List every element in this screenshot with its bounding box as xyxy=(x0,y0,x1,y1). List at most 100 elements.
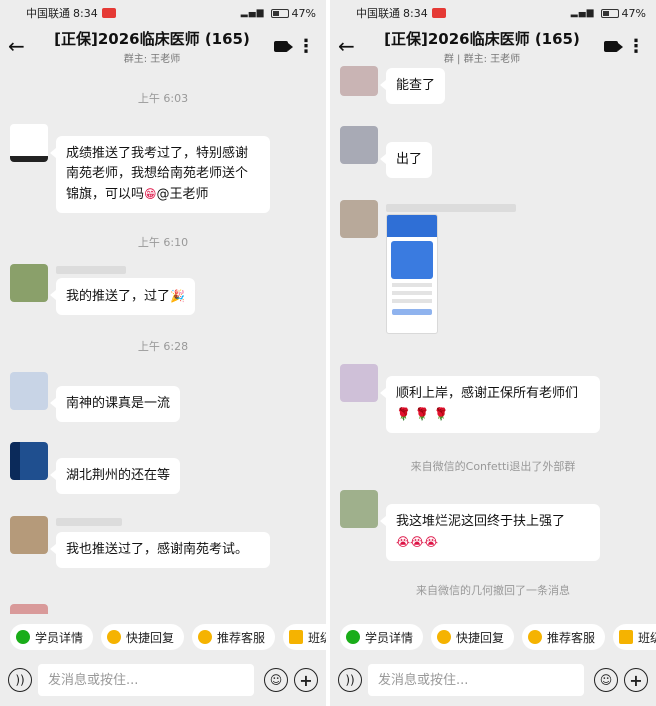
avatar[interactable] xyxy=(340,66,378,96)
notification-badge-icon xyxy=(431,8,446,18)
chip-label: 推荐客服 xyxy=(547,630,596,645)
signal-icon: ▂▄▆ xyxy=(570,8,595,18)
crying-emoji-icon: 😭😭😭 xyxy=(396,535,439,549)
class-chip[interactable]: 班级 xyxy=(613,624,656,650)
party-popper-icon: 🎉 xyxy=(170,289,185,303)
input-bar: )) ☺ + xyxy=(330,660,656,700)
message-bubble[interactable]: 湖北荆州的还在等 xyxy=(49,458,181,494)
more-options-icon[interactable]: ⋮ xyxy=(294,36,318,57)
avatar[interactable] xyxy=(10,442,48,480)
chip-label: 快捷回复 xyxy=(126,630,175,645)
rose-icon: 🌹 🌹 🌹 xyxy=(396,407,449,421)
system-message: 来自微信的几何撤回了一条消息 xyxy=(416,584,570,597)
chip-label: 学员详情 xyxy=(365,630,414,645)
nickname-blurred xyxy=(56,266,126,274)
class-icon xyxy=(289,630,304,644)
chat-header: ← [正保]2026临床医师 (165) 群主: 王老师 ⋮ xyxy=(0,26,326,66)
chat-icon xyxy=(437,630,452,644)
quick-actions-bar: 学员详情 快捷回复 推荐客服 班级 xyxy=(330,622,656,652)
message-bubble[interactable]: 我的推送了，过了🎉 xyxy=(50,278,195,315)
chip-label: 学员详情 xyxy=(35,630,84,645)
battery-icon xyxy=(600,8,619,18)
group-owner-subtitle: 群 | 群主: 王老师 xyxy=(443,53,521,65)
video-call-icon[interactable] xyxy=(268,40,294,52)
battery-percent: 47% xyxy=(621,6,646,20)
message-bubble[interactable]: 我这堆烂泥这回终于扶上强了 😭😭😭 xyxy=(380,504,600,561)
chip-label: 班级 xyxy=(638,630,656,645)
video-call-icon[interactable] xyxy=(598,40,624,52)
right-phone-screen: 中国联通 8:34 ▂▄▆ 47% ← [正保]2026临床医师 (165) 群… xyxy=(330,0,656,706)
nickname-blurred xyxy=(386,204,516,212)
student-details-chip[interactable]: 学员详情 xyxy=(340,624,424,650)
voice-icon[interactable]: )) xyxy=(338,668,362,692)
carrier-label: 中国联通 xyxy=(356,7,400,20)
status-bar: 中国联通 8:34 ▂▄▆ 47% xyxy=(0,0,326,26)
group-title: [正保]2026临床医师 (165) xyxy=(384,29,580,48)
chat-header: ← [正保]2026临床医师 (165) 群 | 群主: 王老师 ⋮ xyxy=(330,26,656,66)
emoji-icon[interactable]: ☺ xyxy=(594,668,618,692)
timestamp: 上午 6:03 xyxy=(137,92,189,105)
class-icon xyxy=(619,630,634,644)
plus-icon[interactable]: + xyxy=(294,668,318,692)
message-input[interactable] xyxy=(368,664,584,696)
message-input[interactable] xyxy=(38,664,254,696)
left-phone-screen: 中国联通 8:34 ▂▄▆ 47% ← [正保]2026临床医师 (165) 群… xyxy=(0,0,326,706)
service-icon xyxy=(198,630,213,644)
screenshot-composite: 中国联通 8:34 ▂▄▆ 47% ← [正保]2026临床医师 (165) 群… xyxy=(0,0,656,706)
recommend-service-chip[interactable]: 推荐客服 xyxy=(522,624,606,650)
message-list[interactable]: 能查了 出了 顺利上岸，感谢正保所有老师们 🌹 🌹 🌹 来自微信的Confetti… xyxy=(330,66,656,614)
notification-badge-icon xyxy=(101,8,116,18)
battery-icon xyxy=(270,8,289,18)
user-icon xyxy=(346,630,360,644)
more-options-icon[interactable]: ⋮ xyxy=(624,36,648,57)
message-bubble[interactable]: 能查了 xyxy=(379,68,446,104)
service-icon xyxy=(528,630,543,644)
message-text: 顺利上岸，感谢正保所有老师们 xyxy=(396,386,579,401)
avatar[interactable] xyxy=(10,604,48,614)
status-time: 8:34 xyxy=(73,6,98,20)
avatar[interactable] xyxy=(10,264,48,302)
avatar[interactable] xyxy=(10,124,48,162)
message-text: 我这堆烂泥这回终于扶上强了 xyxy=(396,514,566,529)
grin-emoji-icon: 😁 xyxy=(144,187,157,201)
message-text: 我的推送了，过了 xyxy=(66,289,171,304)
group-title: [正保]2026临床医师 (165) xyxy=(54,29,250,48)
emoji-icon[interactable]: ☺ xyxy=(264,668,288,692)
nickname-blurred xyxy=(56,518,122,526)
status-time: 8:34 xyxy=(403,6,428,20)
quick-actions-bar: 学员详情 快捷回复 推荐客服 班级 xyxy=(0,622,326,652)
message-bubble[interactable]: 南神的课真是一流 xyxy=(49,386,181,422)
avatar[interactable] xyxy=(340,364,378,402)
chat-icon xyxy=(107,630,122,644)
mention-text: @王老师 xyxy=(156,187,209,202)
signal-icon: ▂▄▆ xyxy=(240,8,265,18)
class-chip[interactable]: 班级 xyxy=(283,624,326,650)
quick-reply-chip[interactable]: 快捷回复 xyxy=(431,624,515,650)
voice-icon[interactable]: )) xyxy=(8,668,32,692)
input-bar: )) ☺ + xyxy=(0,660,326,700)
recommend-service-chip[interactable]: 推荐客服 xyxy=(192,624,276,650)
quick-reply-chip[interactable]: 快捷回复 xyxy=(101,624,185,650)
plus-icon[interactable]: + xyxy=(624,668,648,692)
group-owner-subtitle: 群主: 王老师 xyxy=(123,53,181,65)
avatar[interactable] xyxy=(340,490,378,528)
back-arrow-icon[interactable]: ← xyxy=(338,34,366,58)
message-bubble[interactable]: 成绩推送了我考过了，特别感谢南苑老师，我想给南苑老师送个锦旗，可以吗😁@王老师 xyxy=(50,136,270,213)
message-list[interactable]: 上午 6:03 成绩推送了我考过了，特别感谢南苑老师，我想给南苑老师送个锦旗，可… xyxy=(0,66,326,614)
avatar[interactable] xyxy=(10,372,48,410)
message-bubble[interactable]: 我也推送过了，感谢南苑考试。 xyxy=(50,532,270,568)
image-message-thumbnail[interactable] xyxy=(386,214,438,334)
avatar[interactable] xyxy=(340,126,378,164)
avatar[interactable] xyxy=(10,516,48,554)
chip-label: 快捷回复 xyxy=(456,630,505,645)
chip-label: 推荐客服 xyxy=(217,630,266,645)
timestamp: 上午 6:10 xyxy=(137,236,189,249)
message-bubble[interactable]: 出了 xyxy=(379,142,433,178)
battery-percent: 47% xyxy=(291,6,316,20)
chip-label: 班级 xyxy=(308,630,326,645)
student-details-chip[interactable]: 学员详情 xyxy=(10,624,94,650)
back-arrow-icon[interactable]: ← xyxy=(8,34,36,58)
message-bubble[interactable]: 顺利上岸，感谢正保所有老师们 🌹 🌹 🌹 xyxy=(380,376,600,433)
avatar[interactable] xyxy=(340,200,378,238)
carrier-label: 中国联通 xyxy=(26,7,70,20)
